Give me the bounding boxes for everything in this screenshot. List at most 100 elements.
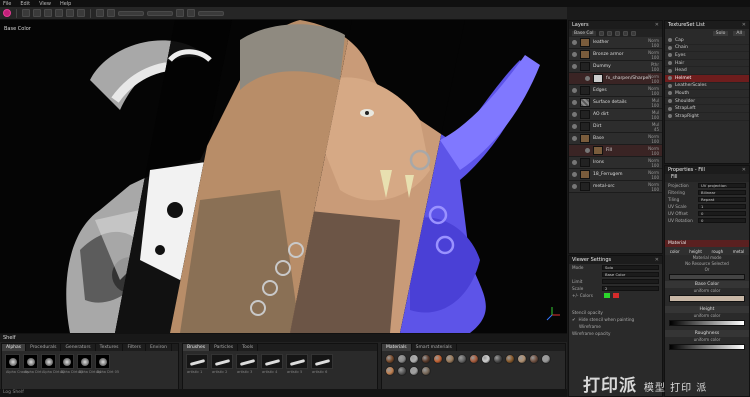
- camera-icon[interactable]: [176, 9, 184, 17]
- layer-opacity[interactable]: 100: [648, 175, 662, 180]
- material-swatch[interactable]: [529, 354, 539, 364]
- layer-opacity[interactable]: 100: [648, 187, 662, 192]
- textureset-item[interactable]: Helmet: [665, 74, 749, 83]
- layer-row[interactable]: Dummy Pthr 100: [569, 61, 662, 73]
- all-button[interactable]: All: [733, 30, 745, 36]
- material-swatch[interactable]: [505, 354, 515, 364]
- eye-icon[interactable]: [572, 172, 577, 177]
- checkmark-icon[interactable]: ✔: [572, 317, 576, 322]
- clone-icon[interactable]: [55, 9, 63, 17]
- alpha-thumbnail[interactable]: Alpha Dirt: [23, 354, 42, 374]
- property-value[interactable]: UV projection: [698, 183, 746, 188]
- eye-icon[interactable]: [572, 64, 577, 69]
- layer-opacity[interactable]: 100: [648, 163, 662, 168]
- layer-row[interactable]: Bronze armor Norm 100: [569, 49, 662, 61]
- alpha-thumbnail[interactable]: Alpha Cracks: [5, 354, 29, 374]
- textureset-item[interactable]: Mouth: [665, 90, 749, 98]
- menu-view[interactable]: View: [39, 1, 51, 7]
- close-icon[interactable]: ✕: [655, 21, 659, 29]
- shelf-tab[interactable]: Environ: [146, 344, 172, 351]
- eye-icon[interactable]: [668, 76, 672, 81]
- shelf-tab[interactable]: Alphas: [2, 344, 27, 351]
- green-color-swatch[interactable]: [604, 293, 610, 298]
- brush-thumbnail[interactable]: artistic 5: [286, 354, 308, 374]
- layer-row[interactable]: Surface details Mul 100: [569, 97, 662, 109]
- textureset-item[interactable]: LeatherScales: [665, 83, 749, 91]
- alpha-thumbnail[interactable]: Alpha Dirt 04: [77, 354, 101, 374]
- close-icon[interactable]: ✕: [742, 166, 746, 174]
- eye-icon[interactable]: [572, 88, 577, 93]
- textureset-item[interactable]: StrapRight: [665, 113, 749, 121]
- material-swatch[interactable]: [493, 354, 503, 364]
- wireframe-row[interactable]: Wireframe: [569, 323, 662, 330]
- eye-icon[interactable]: [572, 100, 577, 105]
- picker-icon[interactable]: [77, 9, 85, 17]
- lazy-mouse-icon[interactable]: [107, 9, 115, 17]
- flow-slider[interactable]: [147, 10, 173, 16]
- layer-row[interactable]: leather Norm 100: [569, 37, 662, 49]
- layer-opacity[interactable]: 100: [648, 91, 662, 96]
- hide-stencil-row[interactable]: ✔ Hide stencil when painting: [569, 316, 662, 323]
- alpha-thumbnail[interactable]: Alpha Dirt 03: [59, 354, 83, 374]
- shelf-tab[interactable]: Procedurals: [26, 344, 62, 351]
- eye-icon[interactable]: [572, 136, 577, 141]
- eye-icon[interactable]: [585, 148, 590, 153]
- add-layer-icon[interactable]: [598, 30, 604, 36]
- property-value[interactable]: 0: [698, 211, 746, 216]
- material-swatch[interactable]: [541, 354, 551, 364]
- menu-edit[interactable]: Edit: [20, 1, 30, 7]
- material-swatch[interactable]: [397, 354, 407, 364]
- material-swatch[interactable]: [385, 366, 395, 376]
- add-fill-icon[interactable]: [606, 30, 612, 36]
- viewer-row-value[interactable]: 2: [602, 286, 659, 291]
- delete-icon[interactable]: [630, 30, 636, 36]
- material-channel-toggle[interactable]: color: [670, 249, 680, 254]
- eye-icon[interactable]: [668, 45, 672, 50]
- layer-opacity[interactable]: 100: [648, 67, 662, 72]
- smudge-icon[interactable]: [66, 9, 74, 17]
- red-color-swatch[interactable]: [613, 293, 619, 298]
- layer-row[interactable]: Irons Norm 100: [569, 157, 662, 169]
- property-value[interactable]: 0: [698, 218, 746, 223]
- layer-row[interactable]: 18_Ferrugem Norm 100: [569, 169, 662, 181]
- eye-icon[interactable]: [668, 114, 672, 119]
- textureset-item[interactable]: Shoulder: [665, 98, 749, 106]
- eye-icon[interactable]: [668, 38, 672, 43]
- material-swatch[interactable]: [445, 354, 455, 364]
- layer-opacity[interactable]: 100: [648, 55, 662, 60]
- layer-row[interactable]: metal-orc Norm 100: [569, 181, 662, 193]
- symmetry-icon[interactable]: [96, 9, 104, 17]
- material-swatch[interactable]: [421, 366, 431, 376]
- layer-opacity[interactable]: 100: [648, 79, 662, 84]
- textureset-item[interactable]: Hair: [665, 60, 749, 68]
- material-channel-toggle[interactable]: height: [689, 249, 702, 254]
- material-swatch[interactable]: [397, 366, 407, 376]
- eye-icon[interactable]: [572, 124, 577, 129]
- shelf-tab[interactable]: Particles: [210, 344, 239, 351]
- eye-icon[interactable]: [668, 53, 672, 58]
- solo-button[interactable]: Solo: [712, 30, 729, 36]
- viewer-row-value[interactable]: [602, 293, 659, 298]
- material-swatch[interactable]: [433, 354, 443, 364]
- textureset-item[interactable]: Eyes: [665, 52, 749, 60]
- base-color-swatch[interactable]: [669, 295, 745, 302]
- material-swatch[interactable]: [409, 354, 419, 364]
- eye-icon[interactable]: [668, 91, 672, 96]
- layer-opacity[interactable]: 100: [648, 43, 662, 48]
- projection-icon[interactable]: [44, 9, 52, 17]
- viewer-row-value[interactable]: Solo: [602, 265, 659, 270]
- layer-row[interactable]: AO dirt Mul 100: [569, 109, 662, 121]
- layer-row[interactable]: Fill Norm 100: [569, 145, 662, 157]
- spacing-slider[interactable]: [198, 10, 224, 16]
- layer-opacity[interactable]: 100: [648, 115, 662, 120]
- brush-thumbnail[interactable]: artistic 2: [211, 354, 233, 374]
- add-mask-icon[interactable]: [614, 30, 620, 36]
- eye-icon[interactable]: [668, 83, 672, 88]
- layer-opacity[interactable]: 100: [648, 139, 662, 144]
- eye-icon[interactable]: [668, 61, 672, 66]
- layer-opacity[interactable]: 100: [648, 103, 662, 108]
- textureset-item[interactable]: Chain: [665, 45, 749, 53]
- shelf-tab[interactable]: Smart materials: [412, 344, 457, 351]
- textureset-item[interactable]: Head: [665, 67, 749, 75]
- eye-icon[interactable]: [572, 112, 577, 117]
